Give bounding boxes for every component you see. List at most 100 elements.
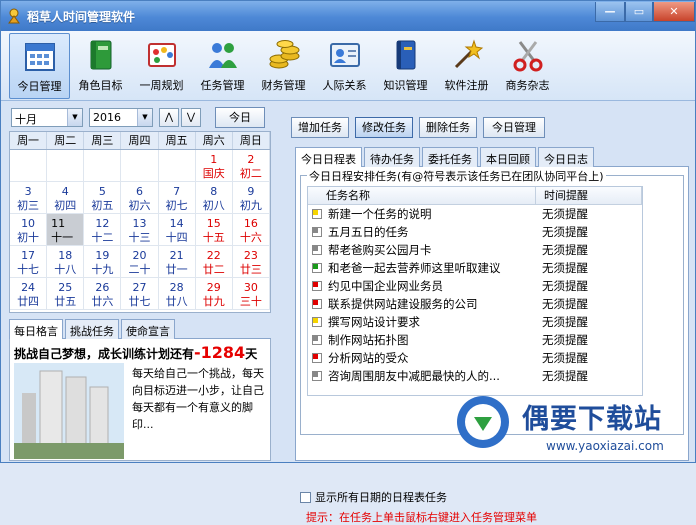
toolbar-task-management[interactable]: 任务管理: [192, 33, 253, 99]
today-management-button[interactable]: 今日管理: [483, 117, 545, 138]
calendar-lunar-label: 二十: [128, 263, 151, 276]
watermark-url: www.yaoxiazai.com: [546, 439, 664, 453]
people-icon: [208, 43, 237, 68]
prev-month-button[interactable]: ⋀: [159, 108, 179, 127]
calendar-day[interactable]: 20 二十: [121, 246, 159, 278]
toolbar-weekly-plan[interactable]: 一周规划: [131, 33, 192, 99]
calendar-day[interactable]: 10 初十: [10, 214, 48, 246]
show-all-dates-option[interactable]: 显示所有日期的日程表任务: [300, 489, 447, 505]
calendar-day[interactable]: 14 十四: [158, 214, 196, 246]
task-priority-icon: [312, 263, 322, 273]
column-header-task-name[interactable]: 任务名称: [308, 187, 536, 204]
priority-flag-icon: [313, 282, 318, 287]
calendar-day[interactable]: 25 廿五: [47, 278, 85, 310]
calendar-day[interactable]: 7 初七: [158, 182, 196, 214]
priority-flag-icon: [313, 354, 318, 359]
task-row[interactable]: 咨询周围朋友中减肥最快的人的... 无须提醒: [308, 367, 642, 385]
tab-mission-statement[interactable]: 使命宣言: [121, 319, 175, 339]
calendar-day[interactable]: 17 十七: [10, 246, 48, 278]
calendar-day[interactable]: 11 十一: [47, 214, 85, 246]
tab-pending-tasks[interactable]: 待办任务: [364, 147, 420, 167]
go-today-button[interactable]: 今日: [215, 107, 265, 128]
calendar-day[interactable]: 2 初二: [232, 150, 270, 182]
calendar-day[interactable]: 22 廿二: [195, 246, 233, 278]
calendar-day[interactable]: 8 初八: [195, 182, 233, 214]
calendar-day[interactable]: 26 廿六: [84, 278, 122, 310]
task-priority-icon: [312, 245, 322, 255]
calendar-lunar-label: 十七: [17, 263, 40, 276]
calendar-day[interactable]: 23 廿三: [232, 246, 270, 278]
calendar-day[interactable]: 19 十九: [84, 246, 122, 278]
task-row[interactable]: 帮老爸购买公园月卡 无须提醒: [308, 241, 642, 259]
calendar-day[interactable]: 3 初三: [10, 182, 48, 214]
calendar-grid: 1 国庆 2 初二 3 初三 4 初四 5 初五 6 初六 7 初七 8 初八 9 初九 10 初十 11 十一 12 十二 1…: [10, 150, 270, 310]
calendar-day[interactable]: 13 十三: [121, 214, 159, 246]
calendar-day[interactable]: 27 廿七: [121, 278, 159, 310]
priority-flag-icon: [313, 318, 318, 323]
calendar-day[interactable]: 29 廿九: [195, 278, 233, 310]
toolbar-relationships[interactable]: 人际关系: [314, 33, 375, 99]
chevron-down-icon: ▼: [67, 109, 82, 126]
task-name: 分析网站的受众: [328, 351, 409, 365]
tab-today-schedule[interactable]: 今日日程表: [295, 147, 362, 167]
add-task-button[interactable]: 增加任务: [291, 117, 349, 138]
schedule-legend: 今日日程安排任务(有@符号表示该任务已在团队协同平台上): [307, 168, 606, 184]
maximize-button[interactable]: ▭: [625, 2, 653, 22]
task-remind: 无须提醒: [542, 369, 588, 383]
task-row[interactable]: 五月五日的任务 无须提醒: [308, 223, 642, 241]
calendar-day[interactable]: 12 十二: [84, 214, 122, 246]
calendar-day[interactable]: 18 十八: [47, 246, 85, 278]
toolbar-knowledge-management[interactable]: 知识管理: [375, 33, 436, 99]
month-select[interactable]: 十月 ▼: [11, 108, 83, 127]
tab-challenge-task[interactable]: 挑战任务: [65, 319, 119, 339]
next-month-button[interactable]: ⋁: [181, 108, 201, 127]
toolbar-finance-management[interactable]: 财务管理: [253, 33, 314, 99]
task-list[interactable]: 任务名称 时间提醒 新建一个任务的说明 无须提醒 五月五日的任务 无须提醒 帮老爸购买公…: [307, 186, 643, 396]
task-row[interactable]: 制作网站拓扑图 无须提醒: [308, 331, 642, 349]
task-priority-icon: [312, 281, 322, 291]
toolbar-today-management[interactable]: 今日管理: [9, 33, 70, 99]
task-name: 新建一个任务的说明: [328, 207, 432, 221]
calendar-day[interactable]: 15 十五: [195, 214, 233, 246]
column-header-remind[interactable]: 时间提醒: [536, 187, 642, 204]
date-selector-bar: 十月 ▼ 2016 ▼ ⋀ ⋁ 今日: [9, 105, 271, 129]
toolbar-business-magazine[interactable]: 商务杂志: [497, 33, 558, 99]
task-row[interactable]: 新建一个任务的说明 无须提醒: [308, 205, 642, 223]
tab-daily-log[interactable]: 今日日志: [538, 147, 594, 167]
task-row[interactable]: 联系提供网站建设服务的公司 无须提醒: [308, 295, 642, 313]
task-row[interactable]: 分析网站的受众 无须提醒: [308, 349, 642, 367]
calendar-day[interactable]: 21 廿一: [158, 246, 196, 278]
task-remind: 无须提醒: [542, 207, 588, 221]
calendar-day[interactable]: 28 廿八: [158, 278, 196, 310]
task-row[interactable]: 撰写网站设计要求 无须提醒: [308, 313, 642, 331]
calendar-day[interactable]: 9 初九: [232, 182, 270, 214]
motto-headline-suffix: 天: [245, 347, 258, 361]
toolbar-role-goals[interactable]: 角色目标: [70, 33, 131, 99]
toolbar-software-registration[interactable]: 软件注册: [436, 33, 497, 99]
show-all-checkbox[interactable]: [300, 491, 311, 503]
edit-task-button[interactable]: 修改任务: [355, 117, 413, 138]
calendar-day[interactable]: 16 十六: [232, 214, 270, 246]
title-bar: 稻草人时间管理软件 — ▭ ✕: [1, 1, 695, 31]
tab-daily-motto[interactable]: 每日格言: [9, 319, 63, 339]
calendar-day[interactable]: 24 廿四: [10, 278, 48, 310]
calendar-lunar-label: 廿二: [202, 263, 225, 276]
task-row[interactable]: 和老爸一起去营养师这里听取建议 无须提醒: [308, 259, 642, 277]
tab-delegated-tasks[interactable]: 委托任务: [422, 147, 478, 167]
delete-task-button[interactable]: 删除任务: [419, 117, 477, 138]
priority-flag-icon: [313, 300, 318, 305]
toolbar-label: 商务杂志: [505, 79, 550, 92]
calendar-day[interactable]: 6 初六: [121, 182, 159, 214]
weekday-label: 周六: [196, 132, 233, 149]
close-button[interactable]: ✕: [653, 2, 695, 22]
calendar-lunar-label: 十四: [165, 231, 188, 244]
tab-daily-review[interactable]: 本日回顾: [480, 147, 536, 167]
year-select[interactable]: 2016 ▼: [89, 108, 153, 127]
calendar-day[interactable]: 5 初五: [84, 182, 122, 214]
calendar-day[interactable]: 4 初四: [47, 182, 85, 214]
task-row[interactable]: 约见中国企业网业务员 无须提醒: [308, 277, 642, 295]
minimize-button[interactable]: —: [595, 2, 625, 22]
calendar-day[interactable]: 30 三十: [232, 278, 270, 310]
calendar-day[interactable]: 1 国庆: [195, 150, 233, 182]
motto-panel: 挑战自己梦想，成长训练计划还有-1284天 每天给自己一个挑战，每天向目标迈进一…: [9, 339, 271, 461]
